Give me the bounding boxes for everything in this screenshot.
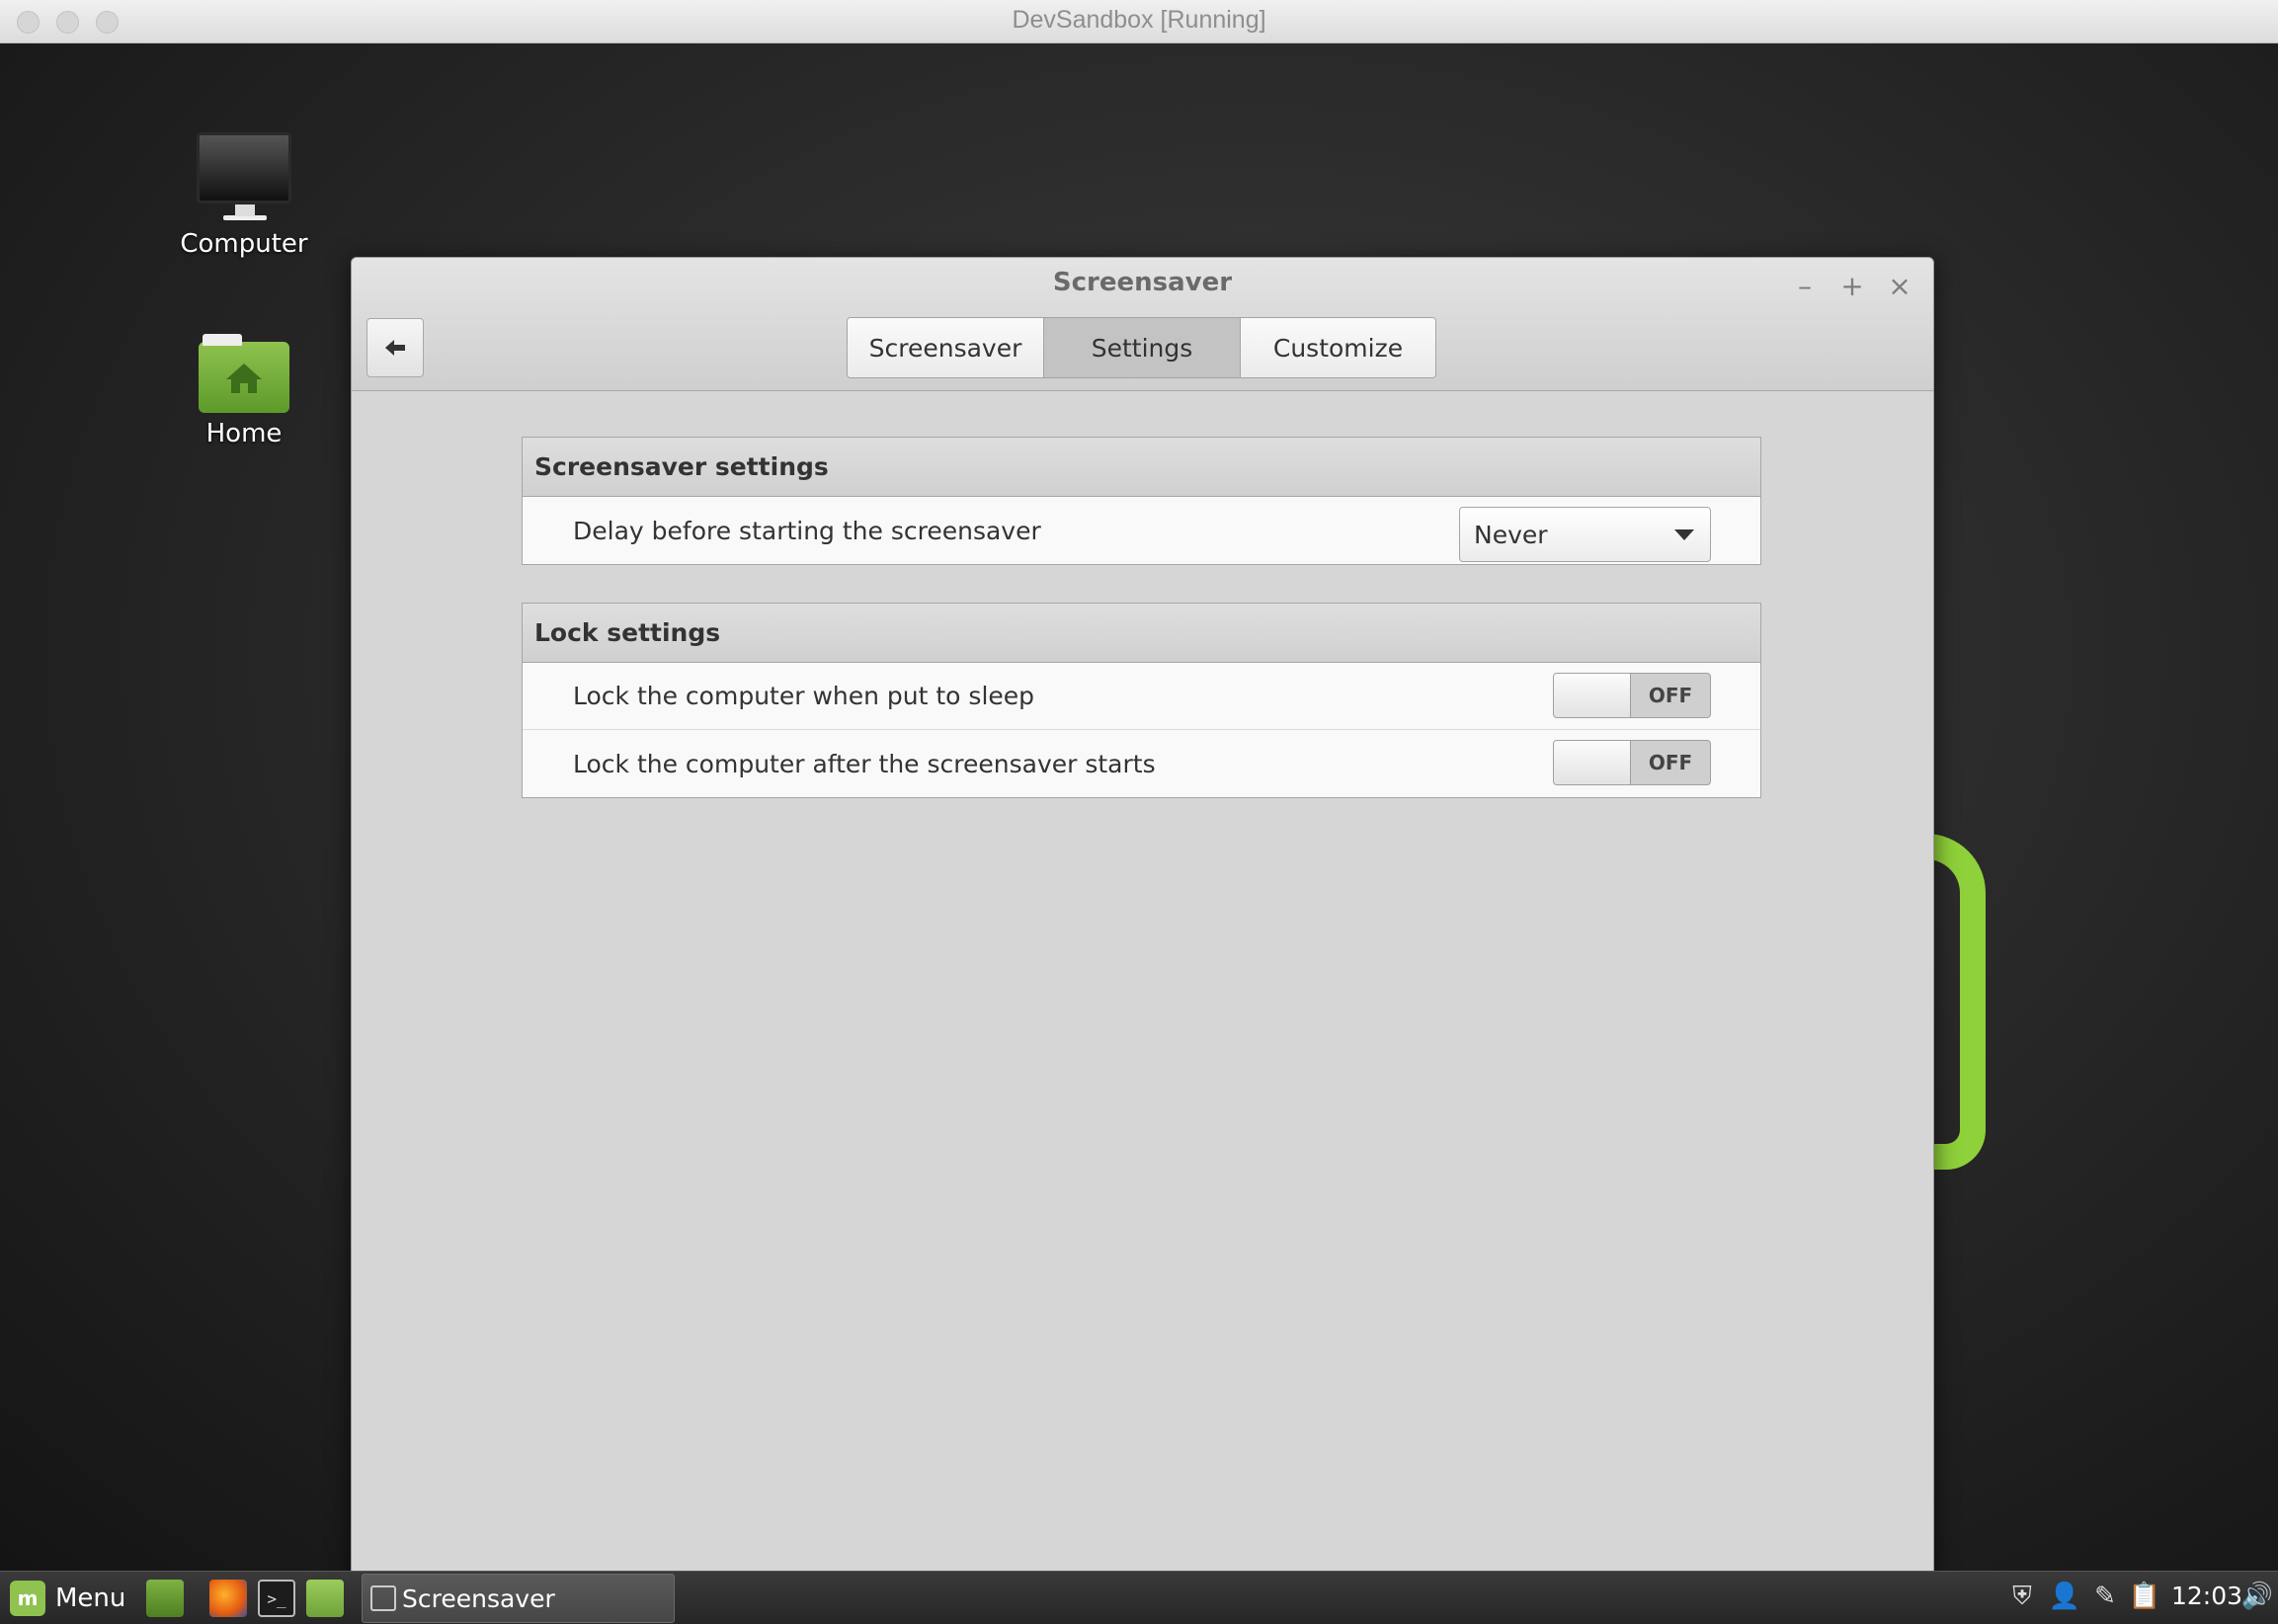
lock-after-screensaver-row: Lock the computer after the screensaver … xyxy=(523,730,1760,797)
host-window-title: DevSandbox [Running] xyxy=(1012,6,1266,34)
delay-row: Delay before starting the screensaver Ne… xyxy=(523,497,1760,564)
screensaver-settings-section: Screensaver settings Delay before starti… xyxy=(522,437,1761,565)
taskbar-item-label: Screensaver xyxy=(402,1583,555,1613)
delay-combobox[interactable]: Never xyxy=(1459,507,1711,562)
lock-after-screensaver-switch[interactable]: OFF xyxy=(1553,740,1711,785)
taskbar: m Menu >_ Screensaver ⛨ 👤 ✎ 📋 12:03 🔊 xyxy=(0,1571,2278,1624)
lock-on-sleep-row: Lock the computer when put to sleep OFF xyxy=(523,663,1760,730)
minimize-button[interactable]: – xyxy=(1790,270,1820,302)
pen-icon[interactable]: ✎ xyxy=(2088,1582,2122,1615)
view-switcher: Screensaver Settings Customize xyxy=(847,317,1436,378)
show-desktop-icon[interactable] xyxy=(146,1580,184,1617)
tab-screensaver[interactable]: Screensaver xyxy=(848,318,1044,377)
terminal-icon[interactable]: >_ xyxy=(258,1580,295,1617)
screensaver-window: Screensaver – + × Screensaver Settings C… xyxy=(351,257,1934,1571)
section-title: Screensaver settings xyxy=(523,438,1760,497)
taskbar-item-screensaver[interactable]: Screensaver xyxy=(362,1574,675,1623)
window-header: Screensaver – + × Screensaver Settings C… xyxy=(352,258,1933,391)
lock-on-sleep-switch[interactable]: OFF xyxy=(1553,673,1711,718)
host-titlebar: DevSandbox [Running] xyxy=(0,0,2278,43)
desktop-icon-label: Home xyxy=(205,419,283,448)
chevron-down-icon xyxy=(1674,529,1694,540)
home-folder-icon xyxy=(199,334,289,413)
mint-logo-icon: m xyxy=(10,1581,45,1616)
guest-desktop: Computer Home Screensaver – + × Screensa… xyxy=(0,43,2278,1571)
switch-knob xyxy=(1554,674,1631,717)
menu-label: Menu xyxy=(55,1583,126,1613)
lock-after-screensaver-label: Lock the computer after the screensaver … xyxy=(573,749,1156,778)
screensaver-app-icon xyxy=(370,1585,396,1611)
switch-state: OFF xyxy=(1648,751,1693,774)
back-arrow-icon xyxy=(385,340,405,356)
computer-icon xyxy=(197,132,291,220)
switch-knob xyxy=(1554,741,1631,784)
desktop-icon-computer[interactable]: Computer xyxy=(145,132,343,259)
clipboard-icon[interactable]: 📋 xyxy=(2128,1582,2161,1615)
delay-value: Never xyxy=(1474,520,1548,549)
tab-customize[interactable]: Customize xyxy=(1241,318,1435,377)
files-icon[interactable] xyxy=(306,1580,344,1617)
delay-label: Delay before starting the screensaver xyxy=(573,516,1041,545)
maximize-button[interactable]: + xyxy=(1837,270,1867,302)
desktop-icon-home[interactable]: Home xyxy=(145,334,343,448)
shield-icon[interactable]: ⛨ xyxy=(2005,1582,2039,1615)
tab-settings[interactable]: Settings xyxy=(1044,318,1241,377)
desktop-icon-label: Computer xyxy=(180,229,308,259)
firefox-icon[interactable] xyxy=(209,1580,247,1617)
section-title: Lock settings xyxy=(523,604,1760,663)
menu-button[interactable]: m Menu xyxy=(10,1578,125,1619)
clock[interactable]: 12:03 xyxy=(2171,1582,2242,1610)
back-button[interactable] xyxy=(366,318,424,377)
lock-on-sleep-label: Lock the computer when put to sleep xyxy=(573,682,1035,710)
lock-settings-section: Lock settings Lock the computer when put… xyxy=(522,603,1761,798)
switch-state: OFF xyxy=(1648,684,1693,707)
user-icon[interactable]: 👤 xyxy=(2048,1582,2081,1615)
close-button[interactable]: × xyxy=(1885,270,1914,302)
volume-icon[interactable]: 🔊 xyxy=(2240,1582,2274,1615)
window-title: Screensaver xyxy=(1052,268,1233,297)
